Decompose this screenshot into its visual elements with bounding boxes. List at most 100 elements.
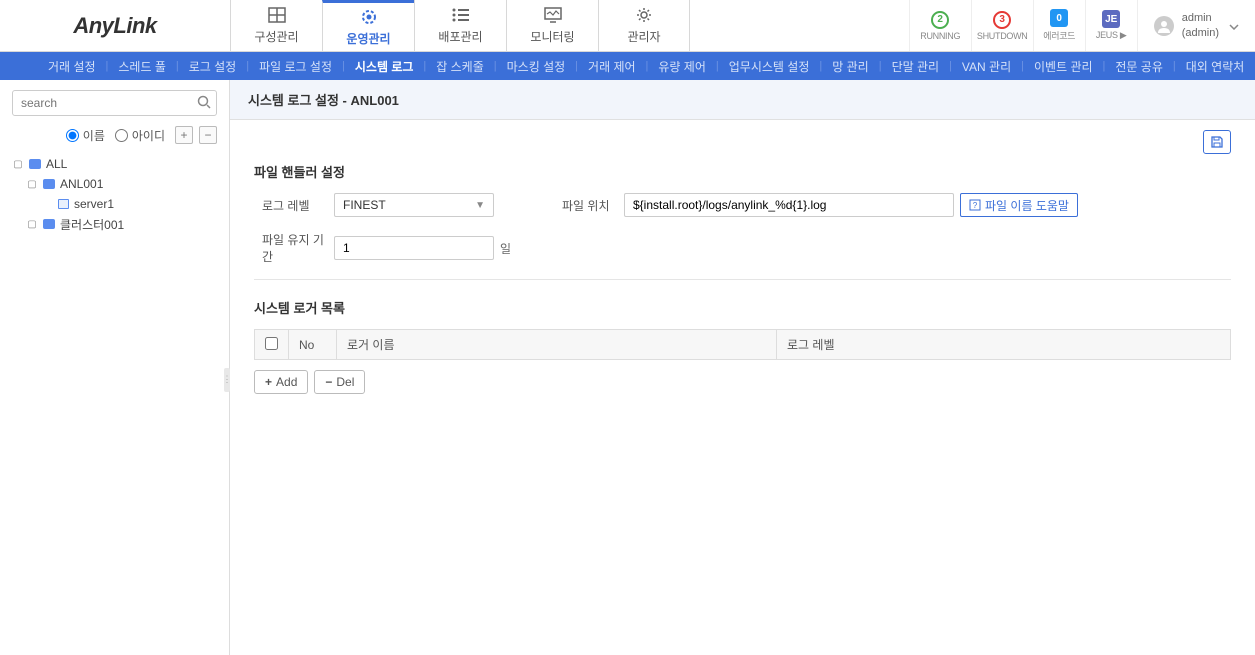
minus-icon: −	[325, 375, 332, 389]
search-icon[interactable]	[194, 95, 214, 112]
subnav-item[interactable]: 거래 제어	[578, 58, 646, 75]
tab-config[interactable]: 구성관리	[230, 0, 322, 51]
errorcode-link[interactable]: 0 에러코드	[1033, 0, 1085, 51]
shutdown-count: 3	[993, 11, 1011, 29]
page-title: 시스템 로그 설정 - ANL001	[230, 80, 1255, 120]
radio-name-input[interactable]	[66, 129, 79, 142]
svg-text:?: ?	[973, 201, 978, 210]
file-location-input[interactable]	[624, 193, 954, 217]
status-running[interactable]: 2 RUNNING	[909, 0, 971, 51]
errorcode-label: 에러코드	[1043, 29, 1075, 42]
chevron-down-icon: ▼	[475, 200, 485, 211]
target-icon	[358, 8, 380, 26]
tree-label: server1	[74, 197, 114, 211]
tree-root[interactable]: ▢ ALL	[12, 154, 217, 174]
col-no: No	[289, 330, 337, 360]
col-checkbox	[255, 330, 289, 360]
file-location-label: 파일 위치	[554, 197, 624, 214]
subnav-item[interactable]: 업무시스템 설정	[719, 58, 820, 75]
search-input[interactable]	[21, 96, 194, 110]
section-title-loggers: 시스템 로거 목록	[254, 298, 1231, 317]
tab-label: 배포관리	[438, 28, 482, 45]
avatar-icon	[1154, 16, 1174, 36]
tree-node-cluster001[interactable]: ▢ 클러스터001	[12, 214, 217, 234]
tab-label: 모니터링	[530, 28, 574, 45]
tree-toggle-icon[interactable]: ▢	[26, 219, 38, 230]
subnav-item[interactable]: 파일 로그 설정	[249, 58, 342, 75]
tree-toggle-icon[interactable]: ▢	[12, 159, 24, 170]
tree-node-anl001[interactable]: ▢ ANL001	[12, 174, 217, 194]
expand-button[interactable]: +	[175, 126, 193, 144]
del-button[interactable]: − Del	[314, 370, 365, 394]
add-button[interactable]: + Add	[254, 370, 308, 394]
tab-label: 운영관리	[346, 30, 390, 47]
subnav-item[interactable]: 마스킹 설정	[497, 58, 576, 75]
tree-label: 클러스터001	[60, 216, 124, 233]
folder-icon	[42, 177, 56, 191]
tab-monitor[interactable]: 모니터링	[506, 0, 598, 51]
log-level-label: 로그 레벨	[254, 197, 334, 214]
running-label: RUNNING	[920, 31, 960, 41]
tab-deploy[interactable]: 배포관리	[414, 0, 506, 51]
gear-icon	[633, 6, 655, 24]
subnav-item[interactable]: 잡 스케줄	[426, 58, 494, 75]
log-level-select[interactable]: FINEST ▼	[334, 193, 494, 217]
radio-name[interactable]: 이름	[66, 127, 105, 144]
tree-label: ANL001	[60, 177, 103, 191]
user-id: (admin)	[1182, 26, 1219, 40]
jeus-link[interactable]: JE JEUS ▶	[1085, 0, 1137, 51]
radio-id-label: 아이디	[132, 127, 165, 144]
log-level-value: FINEST	[343, 198, 386, 212]
shutdown-label: SHUTDOWN	[977, 31, 1028, 41]
radio-id[interactable]: 아이디	[115, 127, 165, 144]
subnav-item[interactable]: 대외 연락처	[1176, 58, 1255, 75]
grid-icon	[266, 6, 288, 24]
subnav-item[interactable]: 시스템 로그	[345, 58, 424, 75]
search-box	[12, 90, 217, 116]
subnav-item[interactable]: 망 관리	[822, 58, 878, 75]
del-label: Del	[336, 375, 354, 389]
retention-unit: 일	[500, 240, 511, 257]
errorcode-icon: 0	[1050, 9, 1068, 27]
retention-label: 파일 유지 기간	[254, 231, 334, 265]
retention-input[interactable]	[334, 236, 494, 260]
tab-label: 관리자	[627, 28, 660, 45]
radio-name-label: 이름	[83, 127, 105, 144]
list-icon	[450, 6, 472, 24]
subnav-item[interactable]: 로그 설정	[179, 58, 247, 75]
subnav-item[interactable]: 거래 설정	[38, 58, 106, 75]
tab-operation[interactable]: 운영관리	[322, 0, 414, 51]
running-count: 2	[931, 11, 949, 29]
collapse-button[interactable]: −	[199, 126, 217, 144]
user-menu[interactable]: admin (admin)	[1137, 0, 1255, 51]
folder-icon	[42, 217, 56, 231]
radio-id-input[interactable]	[115, 129, 128, 142]
jeus-label: JEUS ▶	[1096, 30, 1127, 41]
subnav-item[interactable]: 스레드 풀	[108, 58, 176, 75]
subnav-item[interactable]: 단말 관리	[882, 58, 950, 75]
save-button[interactable]	[1203, 130, 1231, 154]
plus-icon: +	[265, 375, 272, 389]
col-log-level: 로그 레벨	[777, 330, 1231, 360]
tree-toggle-icon[interactable]: ▢	[26, 179, 38, 190]
logger-table: No 로거 이름 로그 레벨	[254, 329, 1231, 360]
subnav-item[interactable]: VAN 관리	[952, 58, 1021, 75]
add-label: Add	[276, 375, 297, 389]
subnav-item[interactable]: 유량 제어	[648, 58, 716, 75]
save-icon	[1210, 135, 1224, 149]
filename-help-button[interactable]: ? 파일 이름 도움말	[960, 193, 1078, 217]
subnav-item[interactable]: 이벤트 관리	[1024, 58, 1103, 75]
chevron-down-icon	[1229, 19, 1239, 33]
file-icon	[56, 197, 70, 211]
section-title-file-handler: 파일 핸들러 설정	[254, 162, 1231, 181]
logo: AnyLink	[0, 0, 230, 51]
tab-label: 구성관리	[254, 28, 298, 45]
subnav: 거래 설정|스레드 풀|로그 설정|파일 로그 설정|시스템 로그|잡 스케줄|…	[0, 52, 1255, 80]
tab-admin[interactable]: 관리자	[598, 0, 690, 51]
select-all-checkbox[interactable]	[265, 337, 278, 350]
help-label: 파일 이름 도움말	[985, 197, 1069, 214]
tree-label: ALL	[46, 157, 67, 171]
subnav-item[interactable]: 전문 공유	[1105, 58, 1173, 75]
tree-node-server1[interactable]: server1	[12, 194, 217, 214]
status-shutdown[interactable]: 3 SHUTDOWN	[971, 0, 1033, 51]
